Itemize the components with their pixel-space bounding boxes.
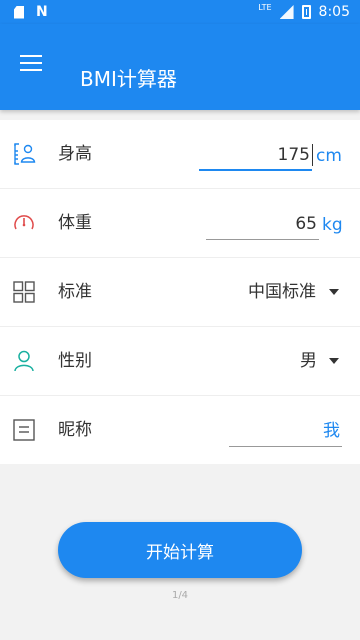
n-notification-icon: N: [36, 4, 48, 20]
app-bar: BMI计算器: [0, 24, 360, 110]
weight-label: 体重: [58, 213, 92, 233]
gender-row: 性别 男: [0, 327, 360, 396]
height-unit: cm: [316, 146, 342, 166]
battery-icon: [301, 5, 311, 19]
signal-icon: [279, 5, 294, 19]
clock: 8:05: [318, 4, 350, 20]
height-row: 身高 175 cm: [0, 120, 360, 189]
standard-row: 标准 中国标准: [0, 258, 360, 327]
bmi-form: 身高 175 cm 体重 65 kg 标准 中国标准 性别 男 昵称 我: [0, 120, 360, 464]
person-icon: [14, 350, 34, 372]
start-calculation-button[interactable]: 开始计算: [58, 522, 302, 578]
text-cursor: [312, 144, 313, 166]
nickname-label: 昵称: [58, 420, 92, 440]
gender-label: 性别: [58, 351, 92, 371]
status-bar: N LTE 8:05: [0, 0, 360, 24]
nickname-input[interactable]: 我: [229, 413, 342, 447]
chevron-down-icon: [329, 358, 339, 364]
lte-label: LTE: [258, 3, 272, 12]
weight-unit: kg: [322, 215, 343, 235]
height-icon: [14, 143, 36, 165]
standard-selected: 中国标准: [248, 282, 316, 302]
nickname-row: 昵称 我: [0, 396, 360, 465]
sd-card-icon: [14, 5, 24, 19]
nickname-value: 我: [323, 421, 340, 441]
standard-label: 标准: [58, 282, 92, 302]
weight-value: 65: [295, 214, 317, 234]
weight-gauge-icon: [14, 215, 34, 230]
weight-input[interactable]: 65: [206, 206, 319, 240]
status-right: LTE 8:05: [258, 3, 350, 21]
grid-icon: [13, 281, 35, 303]
height-label: 身高: [58, 144, 92, 164]
height-value: 175: [277, 145, 310, 165]
height-input[interactable]: 175: [199, 137, 312, 171]
page-indicator: 1/4: [171, 590, 189, 601]
weight-row: 体重 65 kg: [0, 189, 360, 258]
status-left: N: [14, 4, 48, 20]
note-icon: [13, 419, 35, 441]
app-title: BMI计算器: [80, 67, 177, 91]
chevron-down-icon: [329, 289, 339, 295]
menu-icon[interactable]: [20, 55, 42, 71]
gender-selected: 男: [300, 351, 317, 371]
